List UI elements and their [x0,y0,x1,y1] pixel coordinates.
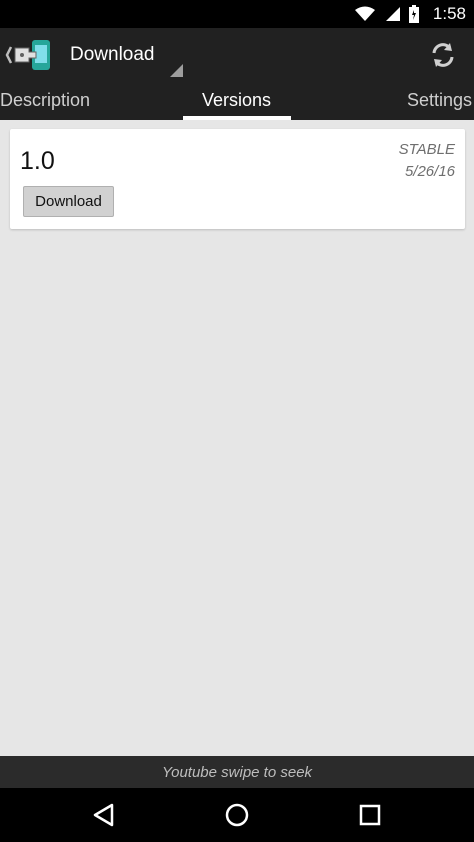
app-title[interactable]: Download [70,44,155,66]
tab-settings[interactable]: Settings [407,90,472,111]
tab-versions[interactable]: Versions [202,90,271,111]
refresh-icon[interactable] [428,40,458,70]
dropdown-indicator-icon[interactable] [170,64,183,77]
release-date: 5/26/16 [404,163,455,180]
app-logo-back-icon[interactable] [4,38,54,72]
stability-label: STABLE [398,141,455,158]
back-nav-icon[interactable] [91,802,117,828]
tab-bar: Description Versions Settings [0,82,474,120]
version-number: 1.0 [20,147,55,175]
status-time: 1:58 [432,4,466,23]
download-button[interactable]: Download [23,186,114,217]
recents-nav-icon[interactable] [357,802,383,828]
toast-message: Youtube swipe to seek [0,756,474,788]
status-bar: 1:58 [0,0,474,28]
tab-description[interactable]: Description [0,90,90,111]
version-card: 1.0 STABLE 5/26/16 Download [10,129,465,229]
app-bar: Download [0,28,474,82]
signal-icon [385,7,400,21]
battery-icon [408,5,419,23]
home-nav-icon[interactable] [224,802,250,828]
wifi-icon [354,6,375,21]
navigation-bar [0,788,474,842]
status-icons: 1:58 [354,0,466,28]
versions-list[interactable]: 1.0 STABLE 5/26/16 Download [0,120,474,756]
